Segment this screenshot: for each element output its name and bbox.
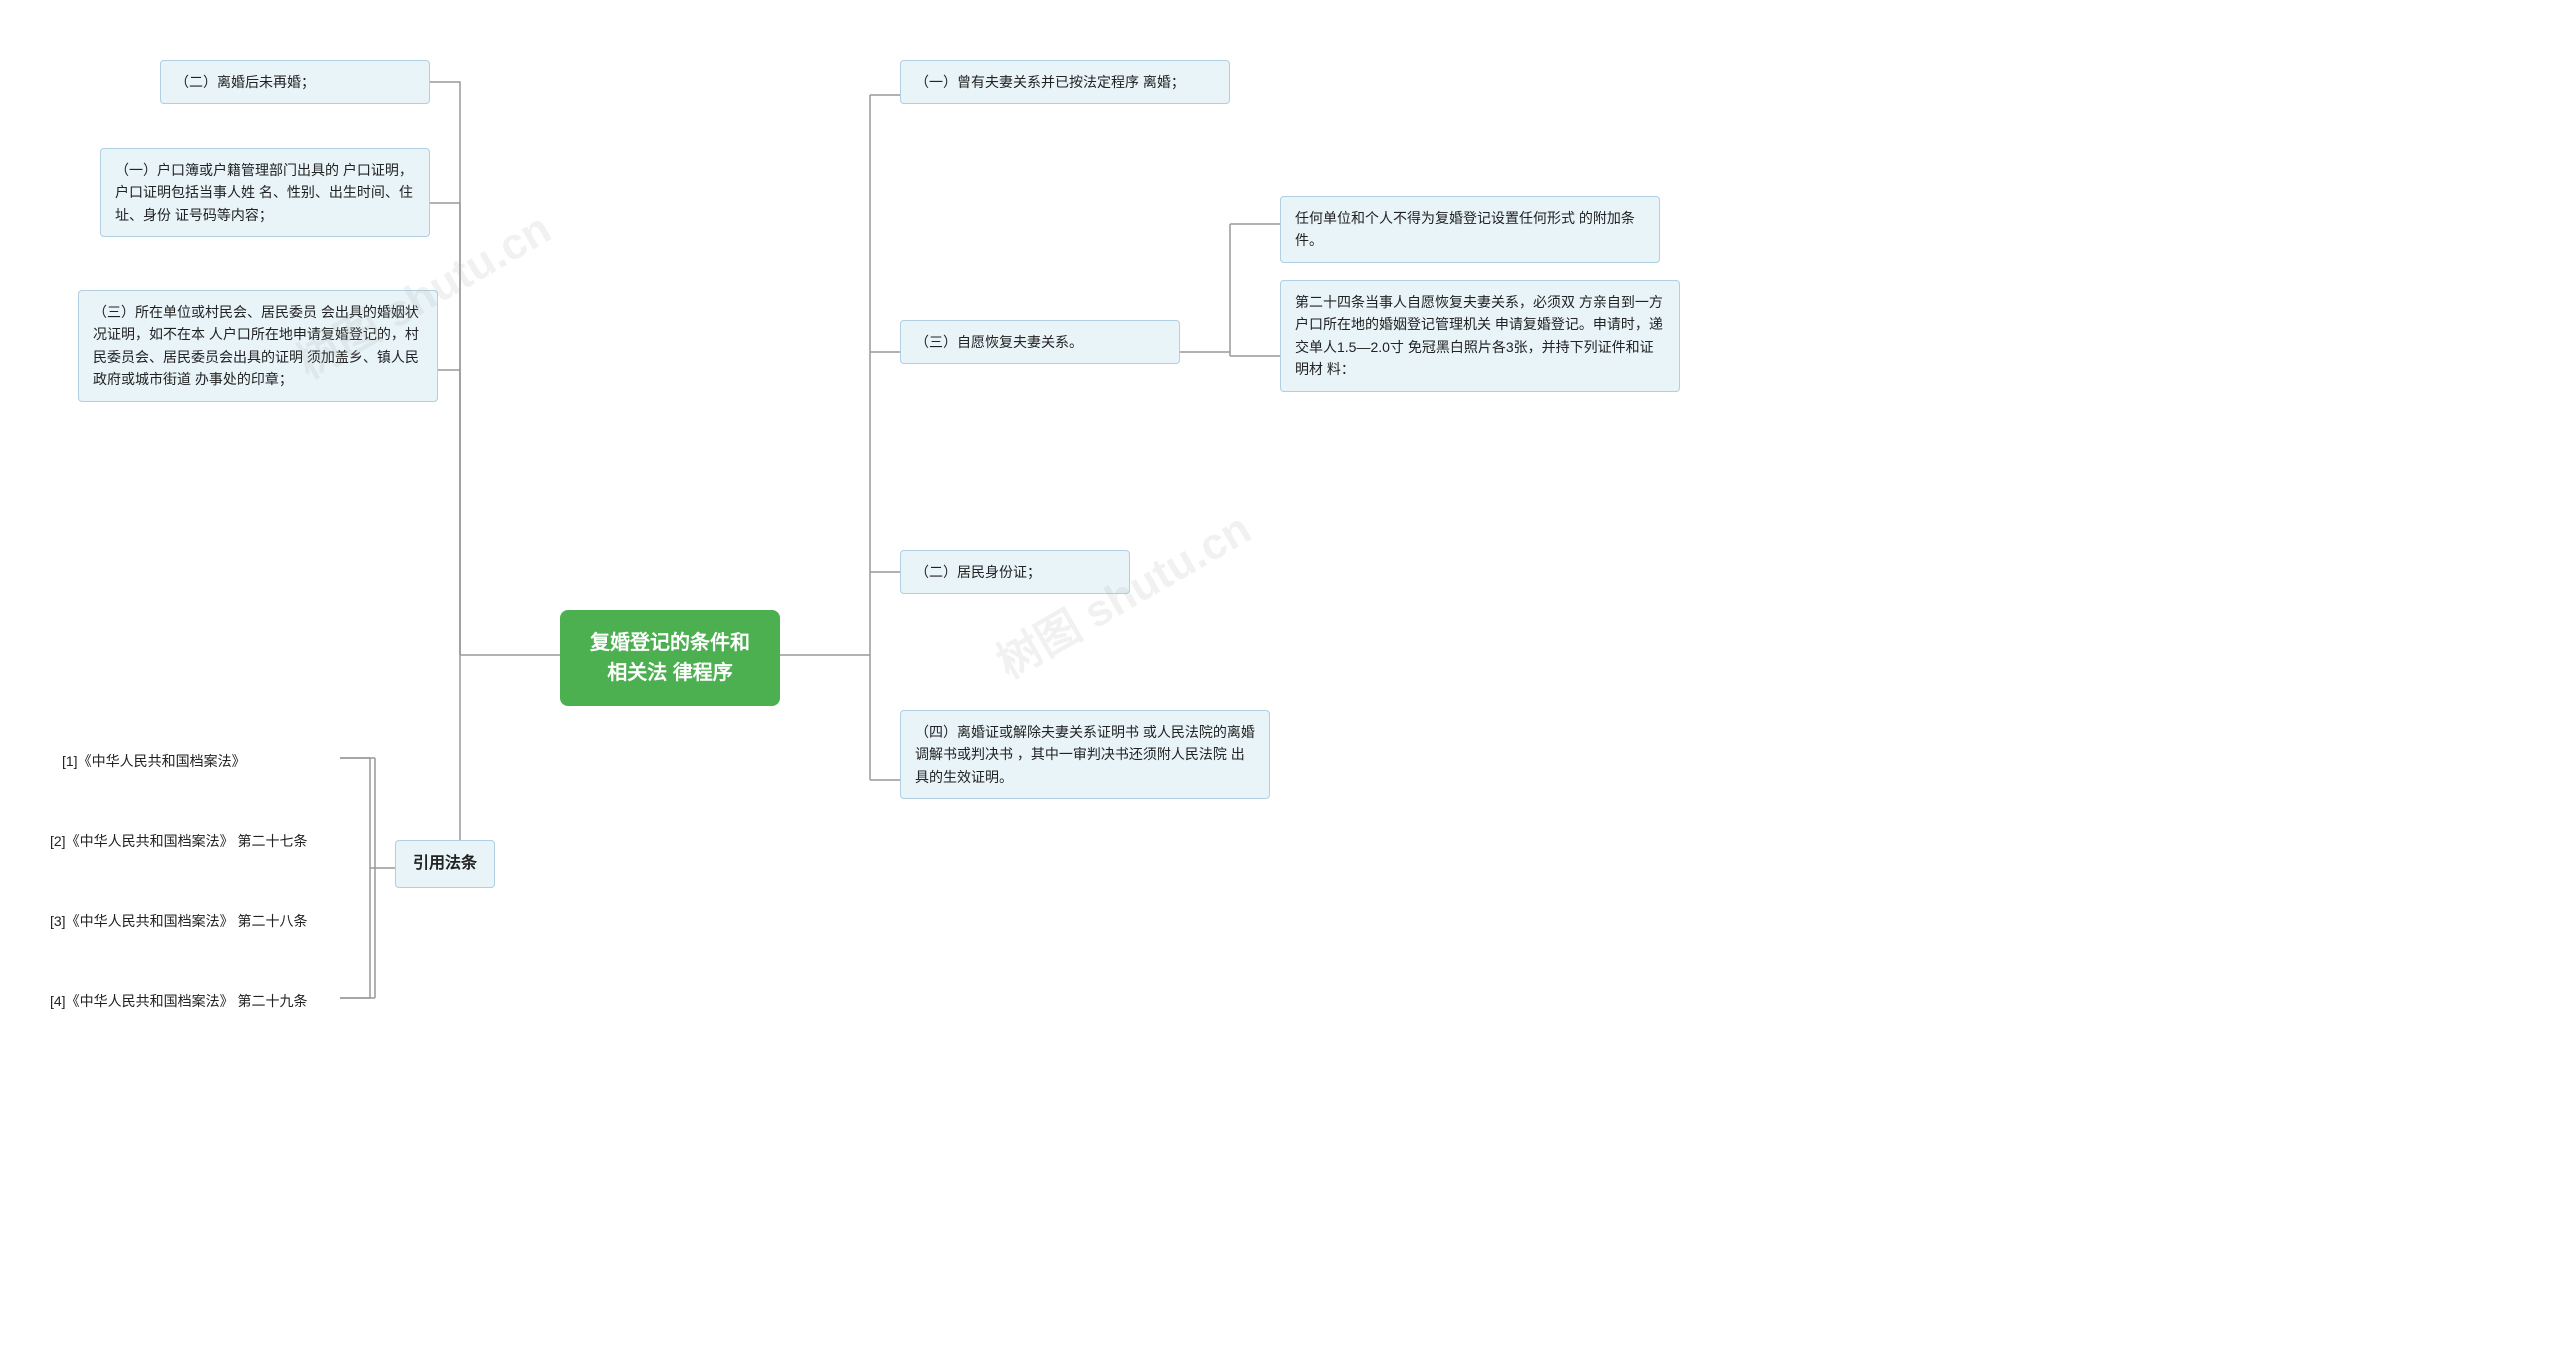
node-r2-sub2: 第二十四条当事人自愿恢复夫妻关系，必须双 方亲自到一方户口所在地的婚姻登记管理机… [1280, 280, 1680, 392]
node-r1: （一）曾有夫妻关系并已按法定程序 离婚； [900, 60, 1230, 104]
node-l2: （一）户口簿或户籍管理部门出具的 户口证明，户口证明包括当事人姓 名、性别、出生… [100, 148, 430, 237]
node-r2-sub1: 任何单位和个人不得为复婚登记设置任何形式 的附加条件。 [1280, 196, 1660, 263]
node-r4: （四）离婚证或解除夫妻关系证明书 或人民法院的离婚调解书或判决书 ，其中一审判决… [900, 710, 1270, 799]
mind-map: 复婚登记的条件和相关法 律程序 （二）离婚后未再婚； （一）户口簿或户籍管理部门… [0, 0, 2560, 1368]
central-node: 复婚登记的条件和相关法 律程序 [560, 610, 780, 706]
node-r2: （三）自愿恢复夫妻关系。 [900, 320, 1180, 364]
node-l1: （二）离婚后未再婚； [160, 60, 430, 104]
node-l4-2: [2]《中华人民共和国档案法》 第二十七条 [36, 820, 366, 862]
node-l4-3: [3]《中华人民共和国档案法》 第二十八条 [36, 900, 366, 942]
node-l3: （三）所在单位或村民会、居民委员 会出具的婚姻状况证明，如不在本 人户口所在地申… [78, 290, 438, 402]
node-l4-1: [1]《中华人民共和国档案法》 [48, 740, 338, 782]
node-r3: （二）居民身份证； [900, 550, 1130, 594]
node-l4-4: [4]《中华人民共和国档案法》 第二十九条 [36, 980, 366, 1022]
node-yinyong-label: 引用法条 [395, 840, 495, 888]
